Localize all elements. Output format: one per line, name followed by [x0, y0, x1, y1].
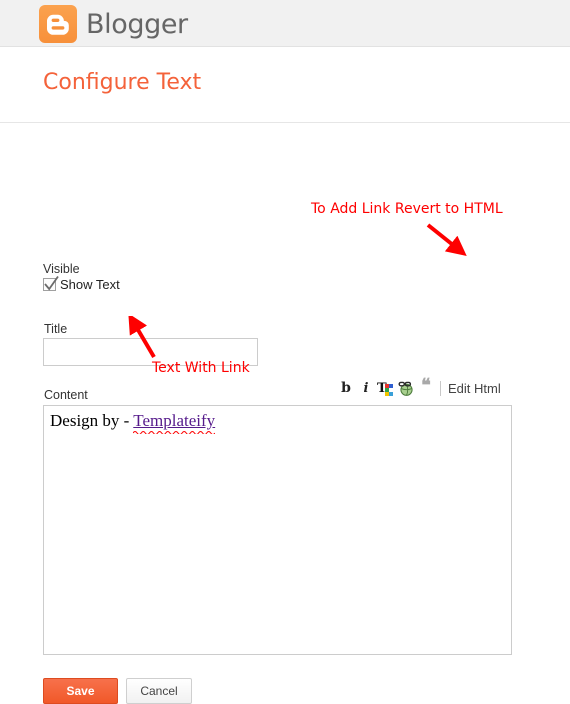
save-button[interactable]: Save	[43, 678, 118, 704]
edit-html-button[interactable]: Edit Html	[448, 381, 501, 396]
brand[interactable]: Blogger	[39, 5, 188, 43]
content-editor[interactable]: Design by - Templateify	[43, 405, 512, 655]
configure-text-form: Visible Show Text Title Content b i T ❝ …	[0, 123, 570, 704]
title-field-label: Title	[44, 322, 68, 336]
editor-toolbar: b i T ❝ Edit Html	[336, 376, 501, 401]
spellcheck-squiggle	[133, 430, 215, 434]
text-color-icon[interactable]: T	[376, 378, 396, 398]
button-row: Save Cancel	[43, 678, 192, 704]
blogger-logo-icon	[39, 5, 77, 43]
page-title: Configure Text	[43, 70, 202, 95]
annotation-edit-html-note: To Add Link Revert to HTML	[311, 201, 503, 217]
show-text-checkbox[interactable]	[43, 275, 59, 291]
header-bar: Blogger	[0, 0, 570, 47]
content-link[interactable]: Templateify	[133, 411, 216, 430]
cancel-button[interactable]: Cancel	[126, 678, 192, 704]
content-text-prefix: Design by -	[50, 411, 134, 430]
annotation-text-with-link-note: Text With Link	[152, 360, 250, 376]
brand-label: Blogger	[86, 8, 188, 40]
show-text-label: Show Text	[60, 277, 120, 292]
visible-label: Visible	[43, 262, 80, 276]
italic-icon[interactable]: i	[356, 378, 376, 398]
bold-icon[interactable]: b	[336, 378, 356, 398]
content-text-line: Design by - Templateify	[50, 411, 216, 431]
show-text-checkbox-row[interactable]: Show Text	[43, 275, 120, 292]
hyperlink-globe-icon[interactable]	[396, 378, 416, 398]
toolbar-separator	[440, 380, 441, 396]
content-field-label: Content	[44, 388, 88, 402]
blockquote-icon[interactable]: ❝	[416, 376, 436, 401]
content-link-label: Templateify	[133, 411, 216, 430]
